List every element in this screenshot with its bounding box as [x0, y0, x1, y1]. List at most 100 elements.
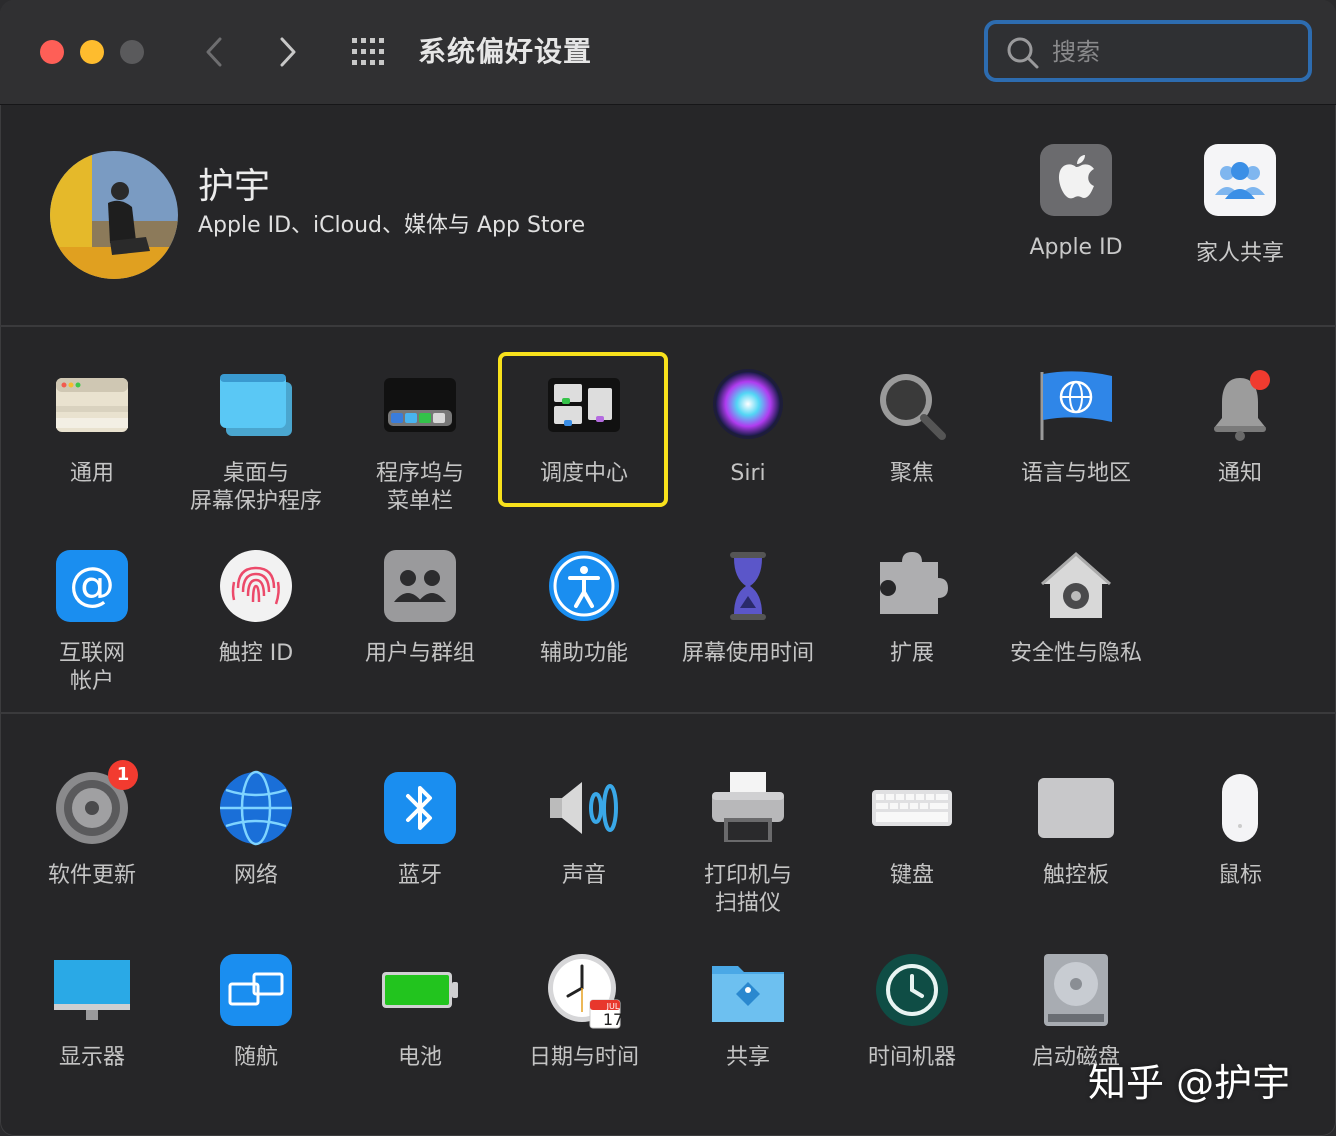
zoom-window-button[interactable]	[120, 40, 144, 64]
pref-siri[interactable]: Siri	[666, 368, 830, 488]
security-privacy-label: 安全性与隐私	[1009, 641, 1142, 666]
show-all-button[interactable]	[350, 36, 390, 68]
pref-software-update[interactable]: 1 软件更新	[10, 760, 174, 890]
pref-security-privacy[interactable]: 安全性与隐私	[994, 548, 1158, 668]
pref-accessibility[interactable]: 辅助功能	[502, 548, 666, 668]
pref-language-region[interactable]: 语言与地区	[994, 368, 1158, 488]
touch-id-label: 触控 ID	[218, 641, 294, 666]
pref-sidecar[interactable]: 随航	[174, 952, 338, 1072]
date-time-label: 日期与时间	[528, 1045, 639, 1070]
pref-time-machine[interactable]: 时间机器	[830, 952, 994, 1072]
time-machine-icon	[876, 954, 948, 1026]
search-input[interactable]	[1050, 32, 1294, 72]
pref-printers-scanners[interactable]: 打印机与 扫描仪	[666, 770, 830, 918]
pref-touch-id[interactable]: 触控 ID	[174, 548, 338, 668]
pref-displays[interactable]: 显示器	[10, 952, 174, 1072]
system-preferences-window: 系统偏好设置 护宇 Apple ID、iCloud、媒体与 App Store	[0, 0, 1336, 1136]
touch-id-icon	[220, 550, 292, 622]
search-field[interactable]	[984, 20, 1312, 82]
battery-label: 电池	[397, 1045, 442, 1070]
grid-icon	[352, 38, 384, 65]
pref-date-time[interactable]: JUL 17 日期与时间	[502, 952, 666, 1072]
keyboard-icon	[872, 790, 952, 826]
pref-battery[interactable]: 电池	[338, 952, 502, 1072]
network-icon	[220, 770, 292, 846]
pref-dock-menubar[interactable]: 程序坞与 菜单栏	[338, 368, 502, 516]
pref-keyboard[interactable]: 键盘	[830, 770, 994, 890]
startup-disk-icon	[1044, 954, 1108, 1026]
pref-internet-accounts[interactable]: @ 互联网 帐户	[10, 548, 174, 696]
siri-icon	[713, 369, 783, 439]
pref-trackpad[interactable]: 触控板	[994, 770, 1158, 890]
avatar[interactable]	[50, 151, 178, 279]
account-subtitle[interactable]: Apple ID、iCloud、媒体与 App Store	[198, 207, 585, 239]
notifications-icon	[1214, 370, 1270, 441]
bluetooth-label: 蓝牙	[397, 863, 442, 888]
printers-scanners-label: 打印机与 扫描仪	[703, 863, 792, 916]
dock-menubar-icon	[384, 378, 456, 432]
bluetooth-icon	[384, 772, 456, 844]
mission-control-label: 调度中心	[539, 461, 628, 486]
pref-network[interactable]: 网络	[174, 770, 338, 890]
notifications-label: 通知	[1217, 461, 1262, 486]
family-sharing-pref[interactable]: 家人共享	[1160, 143, 1320, 267]
pref-sharing[interactable]: 共享	[666, 952, 830, 1072]
language-region-icon	[1040, 371, 1112, 440]
desktop-screensaver-label: 桌面与 屏幕保护程序	[189, 461, 322, 514]
pref-mission-control[interactable]: 调度中心	[502, 368, 666, 488]
network-label: 网络	[233, 863, 278, 888]
keyboard-label: 键盘	[889, 863, 934, 888]
pref-notifications[interactable]: 通知	[1158, 368, 1322, 488]
dock-menubar-label: 程序坞与 菜单栏	[375, 461, 464, 514]
close-window-button[interactable]	[40, 40, 64, 64]
pref-general[interactable]: 通用	[10, 368, 174, 488]
general-label: 通用	[69, 461, 114, 486]
back-button[interactable]	[194, 30, 234, 74]
printers-scanners-icon	[712, 772, 784, 842]
pref-bluetooth[interactable]: 蓝牙	[338, 770, 502, 890]
minimize-window-button[interactable]	[80, 40, 104, 64]
mission-control-icon	[548, 378, 620, 432]
accessibility-label: 辅助功能	[539, 641, 628, 666]
account-header: 护宇 Apple ID、iCloud、媒体与 App Store Apple I…	[0, 105, 1336, 327]
calendar-day: 17	[602, 1010, 624, 1029]
displays-icon	[54, 960, 130, 1020]
security-privacy-icon	[1041, 551, 1111, 618]
apple-id-label: Apple ID	[1029, 235, 1123, 260]
pref-spotlight[interactable]: 聚焦	[830, 368, 994, 488]
screen-time-icon	[730, 552, 766, 620]
spotlight-label: 聚焦	[889, 461, 934, 486]
chevron-right-icon	[280, 37, 296, 67]
chevron-left-icon	[206, 37, 222, 67]
extensions-icon	[880, 552, 948, 614]
family-sharing-icon	[1204, 144, 1276, 216]
displays-label: 显示器	[58, 1045, 125, 1070]
pref-desktop-screensaver[interactable]: 桌面与 屏幕保护程序	[174, 368, 338, 516]
siri-label: Siri	[730, 461, 766, 486]
sharing-icon	[712, 966, 784, 1022]
sidecar-icon	[220, 954, 292, 1026]
screen-time-label: 屏幕使用时间	[681, 641, 814, 666]
watermark: 知乎 @护宇	[1088, 1061, 1291, 1105]
pref-mouse[interactable]: 鼠标	[1158, 770, 1322, 890]
user-photo	[50, 151, 178, 279]
users-groups-icon	[384, 550, 456, 622]
apple-id-pref[interactable]: Apple ID	[996, 143, 1156, 260]
software-update-label: 软件更新	[47, 863, 136, 888]
update-count-badge: 1	[108, 760, 138, 790]
mouse-label: 鼠标	[1217, 863, 1262, 888]
pref-sound[interactable]: 声音	[502, 770, 666, 890]
trackpad-label: 触控板	[1042, 863, 1109, 888]
apple-logo-icon	[1040, 144, 1112, 216]
pref-users-groups[interactable]: 用户与群组	[338, 548, 502, 668]
mouse-icon	[1222, 774, 1258, 842]
pref-screen-time[interactable]: 屏幕使用时间	[666, 548, 830, 668]
sound-label: 声音	[561, 863, 606, 888]
time-machine-label: 时间机器	[867, 1045, 956, 1070]
desktop-screensaver-icon	[220, 374, 292, 436]
users-groups-label: 用户与群组	[364, 641, 475, 666]
trackpad-icon	[1038, 778, 1114, 838]
forward-button[interactable]	[268, 30, 308, 74]
pref-extensions[interactable]: 扩展	[830, 548, 994, 668]
battery-icon	[382, 972, 458, 1008]
